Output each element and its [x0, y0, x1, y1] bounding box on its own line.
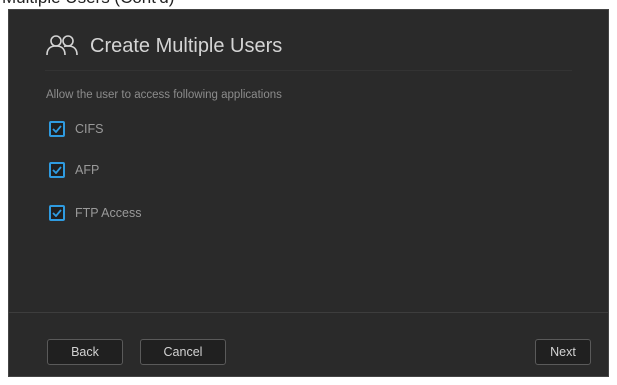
dialog-title: Create Multiple Users	[90, 35, 283, 57]
users-icon	[46, 34, 80, 56]
footer-divider	[9, 312, 608, 313]
option-ftp-access[interactable]: FTP Access	[49, 203, 141, 223]
create-multiple-users-dialog: Create Multiple Users Allow the user to …	[8, 9, 609, 377]
page-header-text: Multiple Users (Cont'd)	[2, 0, 174, 8]
cancel-button[interactable]: Cancel	[140, 339, 226, 365]
dialog-header: Create Multiple Users	[9, 10, 608, 76]
instruction-text: Allow the user to access following appli…	[46, 89, 282, 101]
afp-label: AFP	[75, 163, 100, 177]
option-afp[interactable]: AFP	[49, 160, 99, 180]
checkmark-icon	[52, 125, 62, 133]
option-cifs[interactable]: CIFS	[49, 119, 103, 139]
checkmark-icon	[52, 166, 62, 174]
header-divider	[45, 70, 572, 71]
cifs-label: CIFS	[75, 122, 104, 136]
ftp-access-label: FTP Access	[75, 206, 142, 220]
page-header-fragment: Multiple Users (Cont'd)	[0, 0, 617, 9]
cifs-checkbox[interactable]	[49, 121, 65, 137]
afp-checkbox[interactable]	[49, 162, 65, 178]
next-button[interactable]: Next	[535, 339, 591, 365]
back-button[interactable]: Back	[47, 339, 123, 365]
ftp-access-checkbox[interactable]	[49, 205, 65, 221]
checkmark-icon	[52, 209, 62, 217]
